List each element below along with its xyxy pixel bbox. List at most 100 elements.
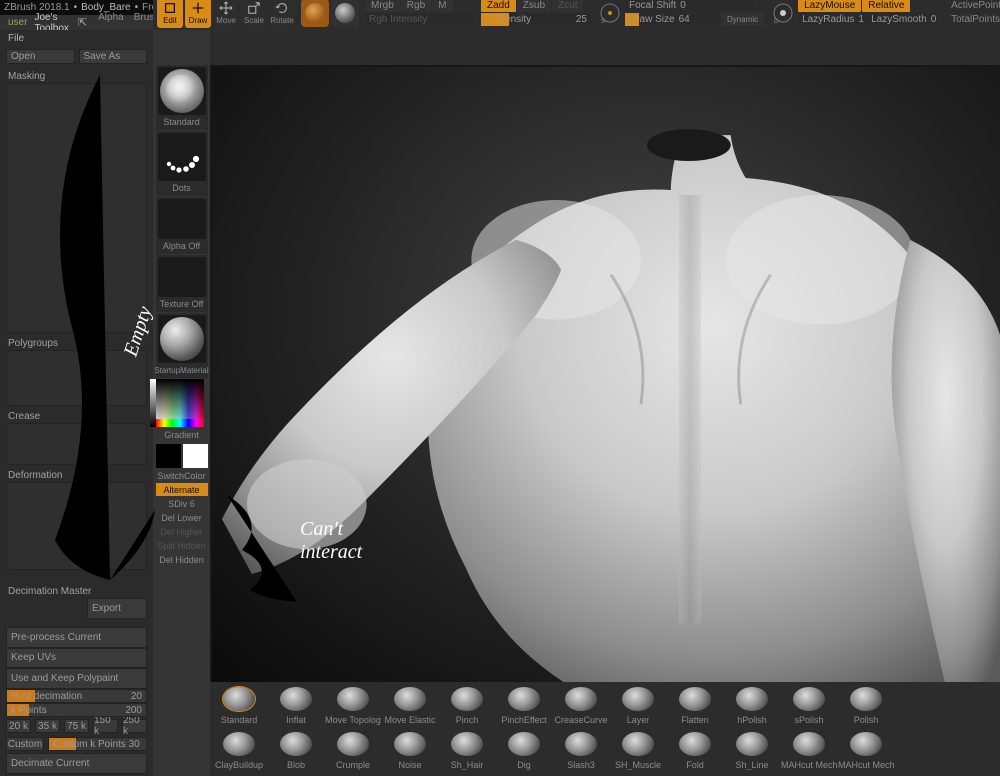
- brush-claybuildup[interactable]: ClayBuildup: [212, 729, 266, 770]
- tool-column: Standard Dots Alpha Off Texture Off Star…: [153, 30, 210, 776]
- keep-uvs-button[interactable]: Keep UVs: [6, 648, 147, 669]
- file-header: File: [6, 33, 147, 47]
- user-label: user: [4, 16, 31, 29]
- brush-shelf: StandardInflatMove TopologicMove Elastic…: [210, 682, 1000, 776]
- brush-creasecurve[interactable]: CreaseCurve: [554, 684, 608, 725]
- open-button[interactable]: Open: [6, 49, 75, 64]
- del-lower-button[interactable]: Del Lower: [156, 511, 208, 524]
- move-mode-button[interactable]: Move: [213, 0, 239, 28]
- lazymouse-button[interactable]: LazyMouse: [798, 0, 861, 12]
- brush-slash-[interactable]: Slash3: [554, 729, 608, 770]
- brush-preview-icon[interactable]: [301, 0, 329, 27]
- brush-spolish[interactable]: sPolish: [782, 684, 836, 725]
- brush-noise[interactable]: Noise: [383, 729, 437, 770]
- dynamic-button[interactable]: Dynamic: [721, 13, 764, 26]
- brush-layer[interactable]: Layer: [611, 684, 665, 725]
- brush-mahcut-mech-a[interactable]: MAHcut Mech A: [839, 729, 893, 770]
- export-button[interactable]: Export: [87, 598, 147, 619]
- kpreset-150k[interactable]: 150 k: [93, 719, 118, 733]
- del-hidden-button[interactable]: Del Hidden: [156, 553, 208, 566]
- brush-dig[interactable]: Dig: [497, 729, 551, 770]
- alpha-slot[interactable]: Alpha Off: [156, 197, 208, 254]
- brush-standard[interactable]: Standard: [212, 684, 266, 725]
- switch-color-button[interactable]: SwitchColor: [156, 469, 208, 482]
- decimate-current-button[interactable]: Decimate Current: [6, 753, 147, 774]
- polygroups-header: Polygroups: [6, 336, 147, 350]
- brush-polish[interactable]: Polish: [839, 684, 893, 725]
- use-polypaint-button[interactable]: Use and Keep Polypaint: [6, 668, 147, 689]
- mrgb-button[interactable]: Mrgb: [365, 0, 400, 12]
- rgb-intensity-slider[interactable]: Rgb Intensity: [365, 13, 475, 26]
- total-points-label: TotalPoints: 17.624 Mil: [945, 13, 1000, 26]
- material-slot[interactable]: StartupMaterial: [156, 313, 208, 378]
- kpreset-35k[interactable]: 35 k: [35, 719, 60, 733]
- draw-mode-button[interactable]: Draw: [185, 0, 211, 28]
- lazy-knob-icon[interactable]: D: [770, 0, 796, 26]
- rotate-mode-button[interactable]: Rotate: [269, 0, 295, 28]
- stroke-slot[interactable]: Dots: [156, 131, 208, 196]
- kpreset-20k[interactable]: 20 k: [6, 719, 31, 733]
- brush-preview-2-icon[interactable]: [331, 0, 359, 27]
- polygroups-panel: [6, 350, 147, 406]
- decimation-header: Decimation Master: [6, 584, 147, 598]
- top-toolbar: Edit Draw Move Scale Rotate Mrgb Rgb M R…: [153, 0, 1000, 30]
- save-as-button[interactable]: Save As: [79, 49, 148, 64]
- brush-hpolish[interactable]: hPolish: [725, 684, 779, 725]
- draw-size-slider[interactable]: Draw Size64: [625, 13, 720, 26]
- custom-kpoints-slider[interactable]: Custom k Points 30: [48, 737, 147, 751]
- rgb-group: Mrgb Rgb M Rgb Intensity: [365, 0, 475, 26]
- brush-sh-hair[interactable]: Sh_Hair: [440, 729, 494, 770]
- zcut-button[interactable]: Zcut: [552, 0, 583, 12]
- masking-panel: [6, 83, 147, 333]
- focal-shift-slider[interactable]: Focal Shift0: [625, 0, 755, 12]
- focal-knob-icon[interactable]: S: [597, 0, 623, 26]
- lazyradius-slider[interactable]: LazyRadius1: [798, 13, 866, 26]
- custom-button[interactable]: Custom: [6, 737, 44, 751]
- color-swatches[interactable]: [156, 444, 208, 468]
- brush-fold[interactable]: Fold: [668, 729, 722, 770]
- gradient-button[interactable]: Gradient: [156, 428, 208, 441]
- brush-pinch[interactable]: Pinch: [440, 684, 494, 725]
- brush-mahcut-mech-b[interactable]: MAHcut Mech B: [782, 729, 836, 770]
- brush-flatten[interactable]: Flatten: [668, 684, 722, 725]
- relative-button[interactable]: Relative: [862, 0, 910, 12]
- sdiv-slider[interactable]: SDiv 6: [156, 497, 208, 510]
- scale-mode-button[interactable]: Scale: [241, 0, 267, 28]
- preprocess-button[interactable]: Pre-process Current: [6, 627, 147, 648]
- brush-blob[interactable]: Blob: [269, 729, 323, 770]
- active-points-label: ActivePoints: 9.130 Mil: [945, 0, 1000, 12]
- brush-slot[interactable]: Standard: [156, 65, 208, 130]
- color-picker[interactable]: [156, 379, 208, 427]
- brush-pincheffect[interactable]: PinchEffect: [497, 684, 551, 725]
- zsub-button[interactable]: Zsub: [517, 0, 551, 12]
- kpoints-slider[interactable]: k Points200: [6, 703, 147, 717]
- rgb-button[interactable]: Rgb: [401, 0, 431, 12]
- decimation-percent-slider[interactable]: % of decimation20: [6, 689, 147, 703]
- kpreset-250k[interactable]: 250 k: [122, 719, 147, 733]
- brush-inflat[interactable]: Inflat: [269, 684, 323, 725]
- brush-move-elastic[interactable]: Move Elastic: [383, 684, 437, 725]
- svg-text:D: D: [774, 19, 779, 25]
- split-hidden-button: Split Hidden: [156, 539, 208, 552]
- zadd-button[interactable]: Zadd: [481, 0, 516, 12]
- main-area: Edit Draw Move Scale Rotate Mrgb Rgb M R…: [210, 30, 1000, 776]
- popout-icon[interactable]: ⇱: [78, 16, 87, 29]
- viewport-canvas[interactable]: [210, 65, 1000, 682]
- alternate-button[interactable]: Alternate: [156, 483, 208, 496]
- brush-sh-line[interactable]: Sh_Line: [725, 729, 779, 770]
- kpreset-75k[interactable]: 75 k: [64, 719, 89, 733]
- del-higher-button: Del Higher: [156, 525, 208, 538]
- crease-header: Crease: [6, 409, 147, 423]
- z-group: Zadd Zsub Zcut Z Intensity25: [481, 0, 591, 26]
- crease-panel: [6, 423, 147, 465]
- brush-sh-muscle[interactable]: SH_Muscle: [611, 729, 665, 770]
- deformation-header: Deformation: [6, 468, 147, 482]
- edit-mode-button[interactable]: Edit: [157, 0, 183, 28]
- m-button[interactable]: M: [432, 0, 452, 12]
- lazysmooth-slider[interactable]: LazySmooth0: [867, 13, 939, 26]
- left-panel: File Open Save As Masking Polygroups Cre…: [0, 30, 153, 776]
- texture-slot[interactable]: Texture Off: [156, 255, 208, 312]
- z-intensity-slider[interactable]: Z Intensity25: [481, 13, 591, 26]
- brush-move-topologic[interactable]: Move Topologic: [326, 684, 380, 725]
- brush-crumple[interactable]: Crumple: [326, 729, 380, 770]
